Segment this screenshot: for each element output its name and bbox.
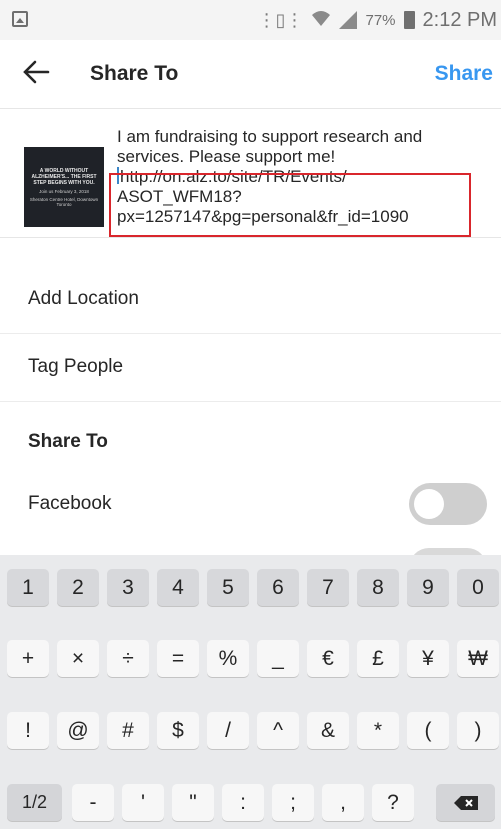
page-title: Share To xyxy=(90,62,179,85)
signal-icon xyxy=(339,11,358,29)
caption-line: I am fundraising to support research and xyxy=(117,127,423,146)
key-2-3[interactable]: $ xyxy=(157,712,199,749)
key-2-4[interactable]: / xyxy=(207,712,249,749)
key-0-4[interactable]: 5 xyxy=(207,569,249,606)
key-1-9[interactable]: ₩ xyxy=(457,640,499,677)
key-1-6[interactable]: € xyxy=(307,640,349,677)
key-2-2[interactable]: # xyxy=(107,712,149,749)
facebook-label: Facebook xyxy=(28,493,112,514)
key-2-8[interactable]: ( xyxy=(407,712,449,749)
key-1-8[interactable]: ¥ xyxy=(407,640,449,677)
toggle-knob xyxy=(414,489,444,519)
key-2-5[interactable]: ^ xyxy=(257,712,299,749)
status-icons: ⋮▯⋮ 77% 2:12 PM xyxy=(258,0,497,40)
thumb-date: Join us February 3, 2018 xyxy=(39,188,89,194)
status-bar: ⋮▯⋮ 77% 2:12 PM xyxy=(0,0,501,40)
add-location-row[interactable]: Add Location xyxy=(0,266,501,334)
clock: 2:12 PM xyxy=(422,8,497,31)
key-2-6[interactable]: & xyxy=(307,712,349,749)
key-0-6[interactable]: 7 xyxy=(307,569,349,606)
key-2-9[interactable]: ) xyxy=(457,712,499,749)
share-to-section-title: Share To xyxy=(28,431,108,452)
key-3-0[interactable]: 1/2 xyxy=(7,784,62,821)
key-0-1[interactable]: 2 xyxy=(57,569,99,606)
caption-url: http://on.alz.to/site/TR/Events/ xyxy=(120,167,347,186)
header: Share To Share xyxy=(0,40,501,109)
caption-url: ASOT_WFM18? xyxy=(117,187,242,206)
key-3-3[interactable]: " xyxy=(172,784,214,821)
add-location-label: Add Location xyxy=(28,288,139,309)
backspace-icon xyxy=(453,796,478,811)
key-0-7[interactable]: 8 xyxy=(357,569,399,606)
key-3-4[interactable]: : xyxy=(222,784,264,821)
caption-line: services. Please support me! xyxy=(117,147,336,166)
key-0-8[interactable]: 9 xyxy=(407,569,449,606)
key-3-1[interactable]: - xyxy=(72,784,114,821)
thumb-venue: Sheraton Centre Hotel, Downtown Toronto xyxy=(29,196,99,207)
gallery-icon xyxy=(12,11,28,27)
key-1-7[interactable]: £ xyxy=(357,640,399,677)
key-3-6[interactable]: , xyxy=(322,784,364,821)
key-1-2[interactable]: ÷ xyxy=(107,640,149,677)
vibrate-icon: ⋮▯⋮ xyxy=(257,9,304,30)
keyboard: 1234567890 + × ÷ =% _ € £ ¥ ₩ ! @ # $ / ^ & *() 1/2- ' ":… xyxy=(0,555,501,829)
caption-input[interactable]: I am fundraising to support research and… xyxy=(109,127,497,237)
key-3-5[interactable]: ; xyxy=(272,784,314,821)
key-1-3[interactable]: = xyxy=(157,640,199,677)
key-2-0[interactable]: ! xyxy=(7,712,49,749)
text-cursor xyxy=(117,167,119,184)
share-button[interactable]: Share xyxy=(435,62,493,86)
wifi-icon xyxy=(311,9,331,32)
facebook-toggle[interactable] xyxy=(409,483,487,525)
caption-url: px=1257147&pg=personal&fr_id=1090 xyxy=(117,207,409,226)
key-1-1[interactable]: × xyxy=(57,640,99,677)
post-preview: A WORLD WITHOUT ALZHEIMER'S... THE FIRST… xyxy=(0,109,501,238)
thumb-headline: A WORLD WITHOUT ALZHEIMER'S... THE FIRST… xyxy=(31,167,97,186)
key-1-0[interactable]: + xyxy=(7,640,49,677)
key-2-7[interactable]: * xyxy=(357,712,399,749)
battery-icon xyxy=(403,11,415,29)
key-2-1[interactable]: @ xyxy=(57,712,99,749)
backspace-key[interactable] xyxy=(436,784,495,821)
key-0-2[interactable]: 3 xyxy=(107,569,149,606)
key-0-9[interactable]: 0 xyxy=(457,569,499,606)
tag-people-row[interactable]: Tag People xyxy=(0,334,501,402)
key-1-4[interactable]: % xyxy=(207,640,249,677)
key-3-7[interactable]: ? xyxy=(372,784,414,821)
key-0-3[interactable]: 4 xyxy=(157,569,199,606)
key-0-5[interactable]: 6 xyxy=(257,569,299,606)
tag-people-label: Tag People xyxy=(28,356,124,377)
battery-percent: 77% xyxy=(365,11,396,29)
post-thumbnail[interactable]: A WORLD WITHOUT ALZHEIMER'S... THE FIRST… xyxy=(24,147,104,227)
back-arrow-icon[interactable] xyxy=(22,58,52,88)
key-3-2[interactable]: ' xyxy=(122,784,164,821)
key-1-5[interactable]: _ xyxy=(257,640,299,677)
key-0-0[interactable]: 1 xyxy=(7,569,49,606)
